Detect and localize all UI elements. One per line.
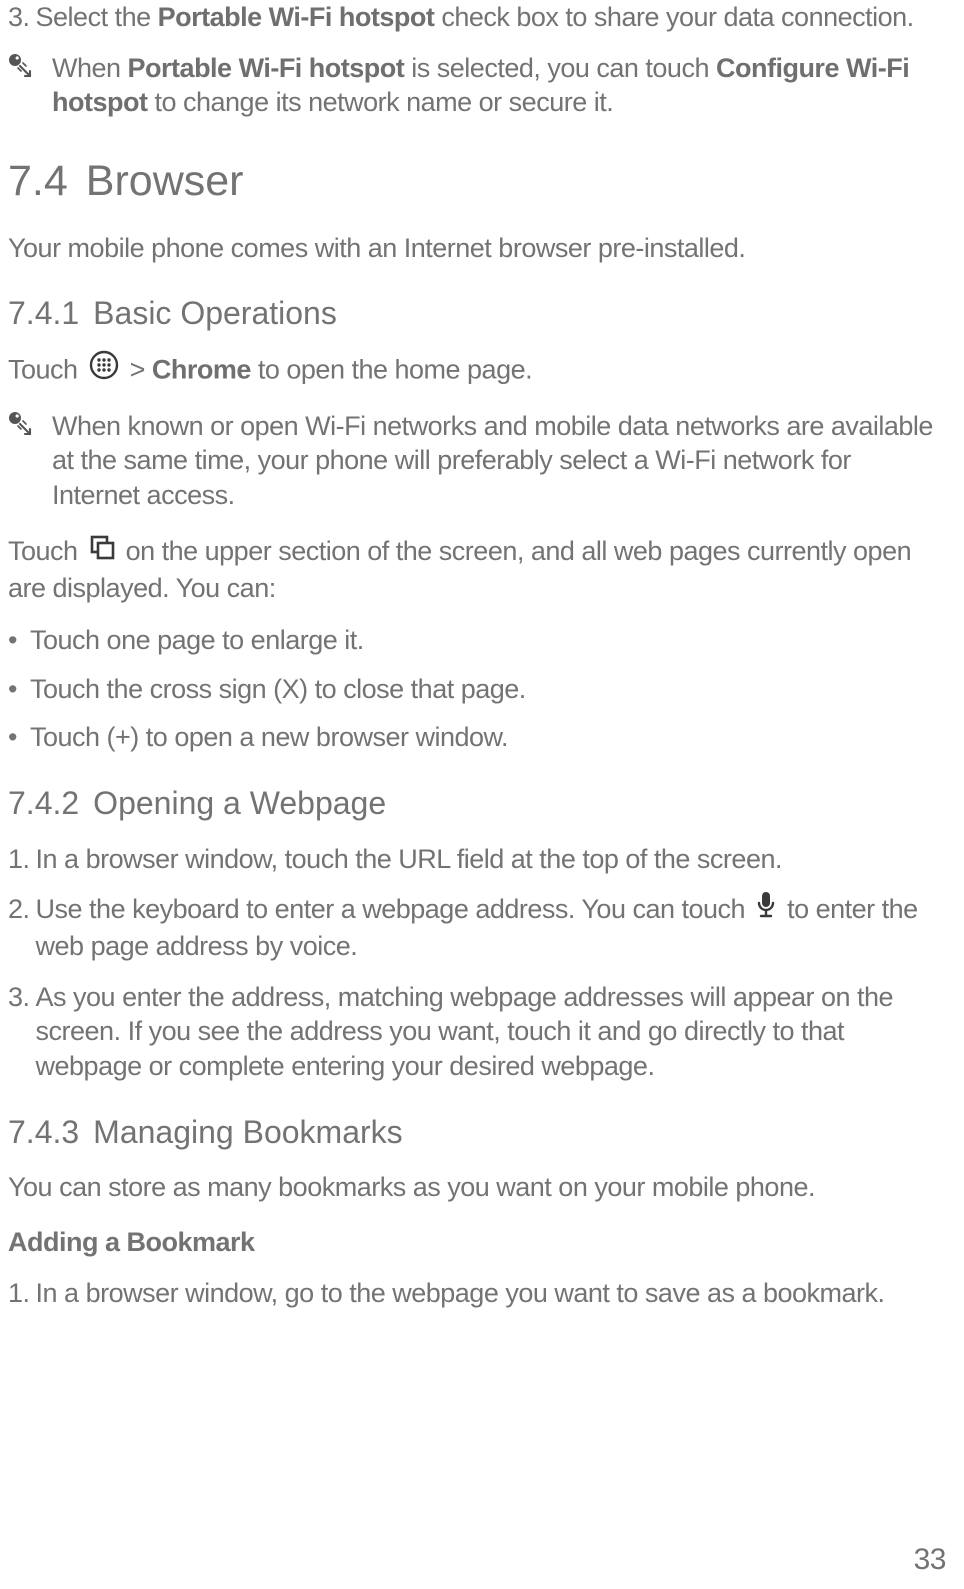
text: Touch [8, 536, 85, 566]
page: 3. Select the Portable Wi-Fi hotspot che… [0, 0, 964, 1589]
heading-7-4: 7.4 Browser [8, 154, 934, 209]
add-bookmark-step-1: 1. In a browser window, go to the webpag… [8, 1276, 934, 1311]
step-body: Select the Portable Wi-Fi hotspot check … [36, 0, 934, 35]
bold-text: Chrome [152, 355, 251, 385]
step-3: 3. Select the Portable Wi-Fi hotspot che… [8, 0, 934, 35]
step-body: As you enter the address, matching webpa… [36, 980, 934, 1084]
section-number: 7.4.2 [8, 783, 79, 824]
text: to open the home page. [251, 355, 532, 385]
section-title: Opening a Webpage [93, 785, 386, 821]
section-title: Basic Operations [93, 295, 337, 331]
text: on the upper section of the screen, and … [8, 536, 911, 602]
bullet-marker: • [8, 720, 30, 755]
page-number: 33 [914, 1541, 946, 1579]
note-icon [8, 411, 46, 446]
tabs-icon [89, 534, 115, 569]
step-number: 2. [8, 892, 30, 927]
list-item: • Touch (+) to open a new browser window… [8, 720, 934, 755]
bold-text: Portable Wi-Fi hotspot [158, 2, 435, 32]
section-title: Browser [86, 157, 244, 205]
text: is selected, you can touch [404, 53, 716, 83]
note-body: When known or open Wi-Fi networks and mo… [52, 409, 934, 513]
paragraph-bookmarks-intro: You can store as many bookmarks as you w… [8, 1170, 934, 1205]
section-number: 7.4.1 [8, 293, 79, 334]
step-number: 3. [8, 0, 30, 35]
step-number: 3. [8, 980, 30, 1015]
bullet-marker: • [8, 623, 30, 658]
open-step-2: 2. Use the keyboard to enter a webpage a… [8, 892, 934, 964]
step-body: In a browser window, go to the webpage y… [36, 1276, 934, 1311]
microphone-icon [756, 891, 776, 928]
note-body: When Portable Wi-Fi hotspot is selected,… [52, 51, 934, 120]
text: When [52, 53, 128, 83]
text: Touch [8, 355, 85, 385]
list-item-text: Touch one page to enlarge it. [30, 623, 934, 658]
step-number: 1. [8, 1276, 30, 1311]
open-step-1: 1. In a browser window, touch the URL fi… [8, 842, 934, 877]
bullet-marker: • [8, 672, 30, 707]
list-item-text: Touch (+) to open a new browser window. [30, 720, 934, 755]
step-number: 1. [8, 842, 30, 877]
list-item: • Touch the cross sign (X) to close that… [8, 672, 934, 707]
bold-text: Portable Wi-Fi hotspot [128, 53, 405, 83]
section-number: 7.4.3 [8, 1112, 79, 1153]
heading-7-4-3: 7.4.3 Managing Bookmarks [8, 1112, 934, 1153]
text: to change its network name or secure it. [147, 87, 613, 117]
list-item: • Touch one page to enlarge it. [8, 623, 934, 658]
section-number: 7.4 [8, 154, 68, 209]
text: Use the keyboard to enter a webpage addr… [36, 894, 753, 924]
heading-7-4-1: 7.4.1 Basic Operations [8, 293, 934, 334]
note-hotspot: When Portable Wi-Fi hotspot is selected,… [8, 51, 934, 120]
section-title: Managing Bookmarks [93, 1114, 402, 1150]
paragraph-touch-chrome: Touch > Chrome to open the home page. [8, 352, 934, 391]
text: > [130, 355, 152, 385]
step-body: In a browser window, touch the URL field… [36, 842, 934, 877]
list-item-text: Touch the cross sign (X) to close that p… [30, 672, 934, 707]
step-body: Use the keyboard to enter a webpage addr… [36, 892, 934, 964]
paragraph-tabs: Touch on the upper section of the screen… [8, 534, 934, 605]
note-wifi-preference: When known or open Wi-Fi networks and mo… [8, 409, 934, 513]
text: Select the [36, 2, 158, 32]
heading-7-4-2: 7.4.2 Opening a Webpage [8, 783, 934, 824]
note-icon [8, 53, 46, 88]
apps-icon [89, 350, 119, 389]
open-step-3: 3. As you enter the address, matching we… [8, 980, 934, 1084]
bullet-list: • Touch one page to enlarge it. • Touch … [8, 623, 934, 755]
text: check box to share your data connection. [434, 2, 913, 32]
heading-adding-bookmark: Adding a Bookmark [8, 1225, 934, 1260]
paragraph-browser-intro: Your mobile phone comes with an Internet… [8, 231, 934, 266]
